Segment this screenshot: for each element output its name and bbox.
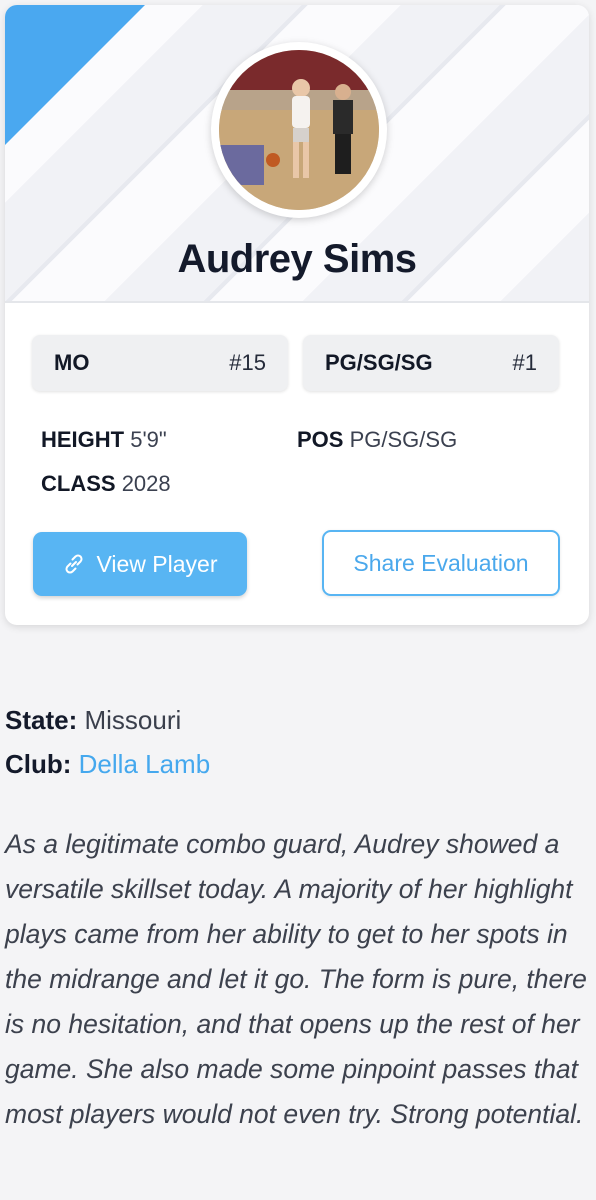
avatar: [211, 42, 387, 218]
club-link[interactable]: Della Lamb: [79, 749, 211, 779]
view-player-label: View Player: [96, 550, 218, 577]
state-rank: #15: [229, 350, 266, 375]
evaluation-text: As a legitimate combo guard, Audrey show…: [5, 829, 587, 1129]
share-evaluation-label: Share Evaluation: [353, 549, 529, 576]
player-photo: [219, 50, 379, 210]
class-key: CLASS: [41, 471, 116, 496]
club-key: Club:: [5, 749, 72, 779]
position-rank: #1: [512, 350, 537, 375]
class-attribute: CLASS 2028: [41, 471, 171, 497]
state-key: State:: [5, 705, 78, 735]
state-value: Missouri: [84, 705, 182, 735]
state-detail: State: Missouri: [5, 705, 181, 736]
corner-flag: [5, 5, 145, 145]
view-player-button[interactable]: View Player: [33, 532, 247, 596]
pos-attribute: POS PG/SG/SG: [297, 427, 457, 453]
pos-value: PG/SG/SG: [349, 427, 458, 452]
position-rank-badge: PG/SG/SG #1: [303, 335, 559, 391]
height-attribute: HEIGHT 5'9": [41, 427, 167, 453]
club-detail: Club: Della Lamb: [5, 749, 210, 780]
player-name: Audrey Sims: [177, 237, 417, 281]
class-value: 2028: [121, 471, 171, 496]
position-label: PG/SG/SG: [325, 350, 433, 375]
height-value: 5'9": [130, 427, 167, 452]
player-card: Audrey Sims MO #15 PG/SG/SG #1 HEIGHT 5'…: [5, 5, 589, 625]
state-rank-badge: MO #15: [32, 335, 288, 391]
state-label: MO: [54, 350, 90, 375]
link-icon: [65, 554, 84, 574]
height-key: HEIGHT: [41, 427, 125, 452]
pos-key: POS: [297, 427, 344, 452]
share-evaluation-button[interactable]: Share Evaluation: [322, 530, 560, 596]
